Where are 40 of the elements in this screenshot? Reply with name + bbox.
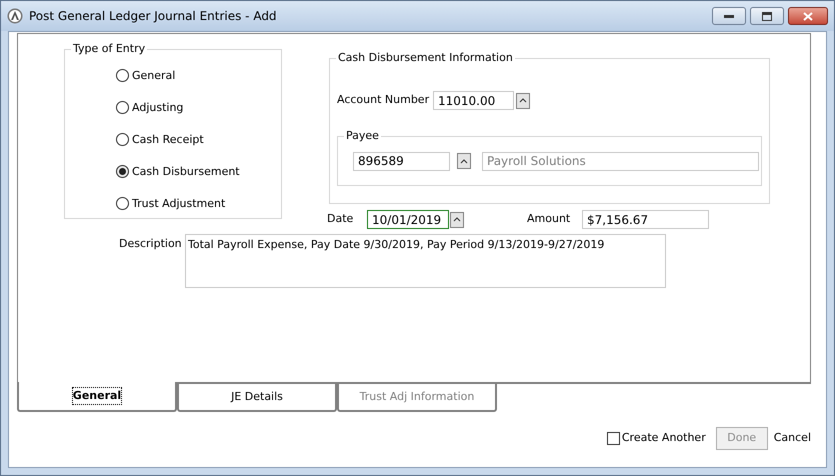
tab[interactable]: JE Details: [177, 382, 337, 412]
restore-icon: [762, 12, 772, 20]
radio-label[interactable]: Cash Receipt: [132, 130, 204, 149]
lookup-button[interactable]: [516, 92, 530, 108]
group-label: Type of Entry: [71, 42, 148, 56]
radio-button[interactable]: [116, 133, 129, 146]
app-logo-icon: [7, 8, 23, 24]
close-icon: [803, 12, 813, 20]
minimize-icon: [724, 14, 734, 18]
radio-label[interactable]: Cash Disbursement: [132, 162, 240, 181]
field-label: Date: [327, 211, 353, 228]
tab[interactable]: General: [17, 382, 177, 412]
field-label: Account Number: [337, 92, 430, 108]
radio-label[interactable]: Trust Adjustment: [132, 194, 226, 213]
lookup-button[interactable]: [457, 153, 471, 169]
group-label: Payee: [344, 129, 381, 143]
close-button[interactable]: [788, 7, 828, 25]
cancel-link[interactable]: Cancel: [774, 430, 811, 447]
caret-up-icon: [519, 98, 527, 103]
radio-button[interactable]: [116, 165, 129, 178]
input-field[interactable]: 10/01/2019: [367, 210, 449, 229]
radio-button[interactable]: [116, 69, 129, 82]
radio-label[interactable]: Adjusting: [132, 98, 184, 117]
caret-up-icon: [460, 158, 468, 164]
create-another-checkbox[interactable]: Create Another: [606, 430, 706, 447]
radio-button[interactable]: [116, 101, 129, 114]
description-field[interactable]: Total Payroll Expense, Pay Date 9/30/2019, Pay Period 9/13/2019-9/27/2019: [185, 234, 666, 288]
radio-button[interactable]: [116, 197, 129, 210]
input-field[interactable]: 896589: [353, 152, 450, 170]
minimize-button[interactable]: [712, 7, 746, 25]
input-field[interactable]: 11010.00: [433, 91, 514, 110]
maximize-button[interactable]: [750, 7, 784, 25]
field-label: Amount: [527, 211, 572, 228]
window-title: Post General Ledger Journal Entries - Add: [29, 8, 277, 25]
input-field[interactable]: Payroll Solutions: [482, 152, 759, 170]
field-label: Description: [119, 236, 183, 252]
input-field[interactable]: $7,156.67: [582, 210, 709, 229]
radio-label[interactable]: General: [132, 66, 176, 85]
lookup-button[interactable]: [450, 212, 464, 228]
caret-up-icon: [453, 217, 461, 222]
